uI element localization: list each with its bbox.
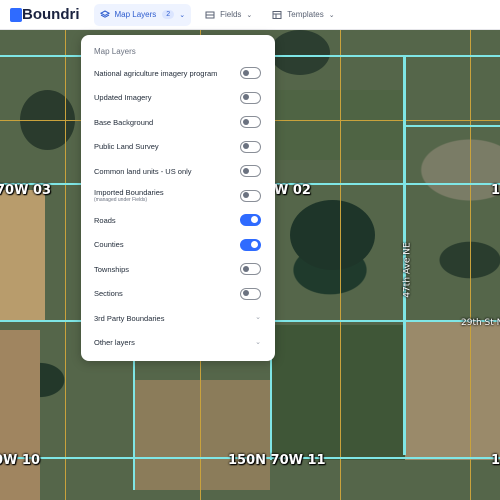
pond-top (270, 30, 330, 75)
layer-row-updated-imagery[interactable]: Updated Imagery (81, 86, 275, 111)
group-row-other-layers[interactable]: Other layers ⌄ (81, 331, 275, 356)
layer-row-townships[interactable]: Townships (81, 257, 275, 282)
layer-row-sections[interactable]: Sections (81, 282, 275, 307)
field-wheat-left (0, 190, 45, 320)
layer-label: Public Land Survey (94, 142, 159, 152)
layers-icon (99, 9, 110, 18)
pond-mid (290, 200, 375, 270)
chevron-down-icon: ⌄ (246, 11, 253, 19)
township-label: 0W 10 (0, 453, 41, 468)
layer-toggle[interactable] (240, 165, 261, 178)
layer-toggle[interactable] (240, 287, 261, 300)
layer-row-imported-boundaries[interactable]: Imported Boundaries (managed under Field… (81, 184, 275, 209)
templates-icon (272, 10, 282, 19)
layer-toggle[interactable] (240, 189, 261, 202)
layer-toggle[interactable] (240, 263, 261, 276)
layer-label: Roads (94, 215, 116, 225)
logo-mark-icon (10, 7, 22, 22)
layer-label: Common land units - US only (94, 166, 192, 176)
layer-label: National agriculture imagery program (94, 68, 218, 78)
layer-toggle[interactable] (240, 116, 261, 129)
layer-row-counties[interactable]: Counties (81, 233, 275, 258)
chevron-down-icon: ⌄ (255, 338, 261, 346)
layer-label: Updated Imagery (94, 93, 152, 103)
township-label: 70W 03 (0, 183, 52, 198)
layer-row-common-land-units[interactable]: Common land units - US only (81, 159, 275, 184)
nav-label: Templates (287, 10, 324, 19)
group-label: Other layers (94, 338, 135, 348)
layer-label: Sections (94, 289, 123, 299)
chevron-down-icon: ⌄ (255, 314, 261, 322)
chevron-down-icon: ⌄ (179, 11, 186, 19)
layer-toggle[interactable] (240, 238, 261, 251)
nav-label: Fields (220, 10, 242, 19)
field-crop-right (405, 320, 500, 460)
chevron-down-icon: ⌄ (328, 11, 335, 19)
township-label: 1 (491, 183, 500, 198)
layer-count-badge: 2 (162, 10, 175, 19)
field-tan-bottom (135, 380, 270, 490)
map-layers-panel: Map Layers National agriculture imagery … (81, 35, 275, 361)
field-brown-left (0, 330, 40, 500)
group-row-3rd-party-boundaries[interactable]: 3rd Party Boundaries ⌄ (81, 306, 275, 331)
layer-toggle[interactable] (240, 214, 261, 227)
fields-icon (205, 11, 215, 18)
layer-label: Imported Boundaries (managed under Field… (94, 188, 164, 203)
nav-label: Map Layers (114, 10, 157, 19)
nav-templates[interactable]: Templates ⌄ (266, 4, 340, 26)
layer-label: Townships (94, 264, 130, 274)
layer-label: Counties (94, 240, 124, 250)
layer-row-roads[interactable]: Roads (81, 208, 275, 233)
layer-toggle[interactable] (240, 67, 261, 80)
township-label: W 02 (274, 183, 311, 198)
layer-label: Base Background (94, 117, 154, 127)
logo-text: Boundri (22, 6, 80, 23)
group-label: 3rd Party Boundaries (94, 313, 165, 323)
layer-toggle[interactable] (240, 140, 261, 153)
layer-row-base-background[interactable]: Base Background (81, 110, 275, 135)
panel-title: Map Layers (94, 47, 136, 56)
road-label: 47th Ave NE (402, 242, 413, 298)
layer-toggle[interactable] (240, 91, 261, 104)
layer-label-text: Imported Boundaries (94, 188, 164, 198)
layer-row-public-land-survey[interactable]: Public Land Survey (81, 135, 275, 160)
field-green-top (270, 90, 405, 160)
app-logo[interactable]: Boundri (10, 6, 80, 23)
township-label: 1 (491, 453, 500, 468)
nav-map-layers[interactable]: Map Layers 2 ⌄ (93, 3, 192, 26)
top-bar: Boundri Map Layers 2 ⌄ Fields ⌄ Template… (0, 0, 500, 30)
nav-fields[interactable]: Fields ⌄ (199, 4, 258, 26)
layer-row-naip[interactable]: National agriculture imagery program (81, 61, 275, 86)
layer-sublabel: (managed under Fields) (94, 197, 148, 204)
township-label: 150N 70W 11 (228, 453, 326, 468)
road-label: 29th St N (461, 318, 500, 328)
field-green-bottom (270, 325, 405, 460)
